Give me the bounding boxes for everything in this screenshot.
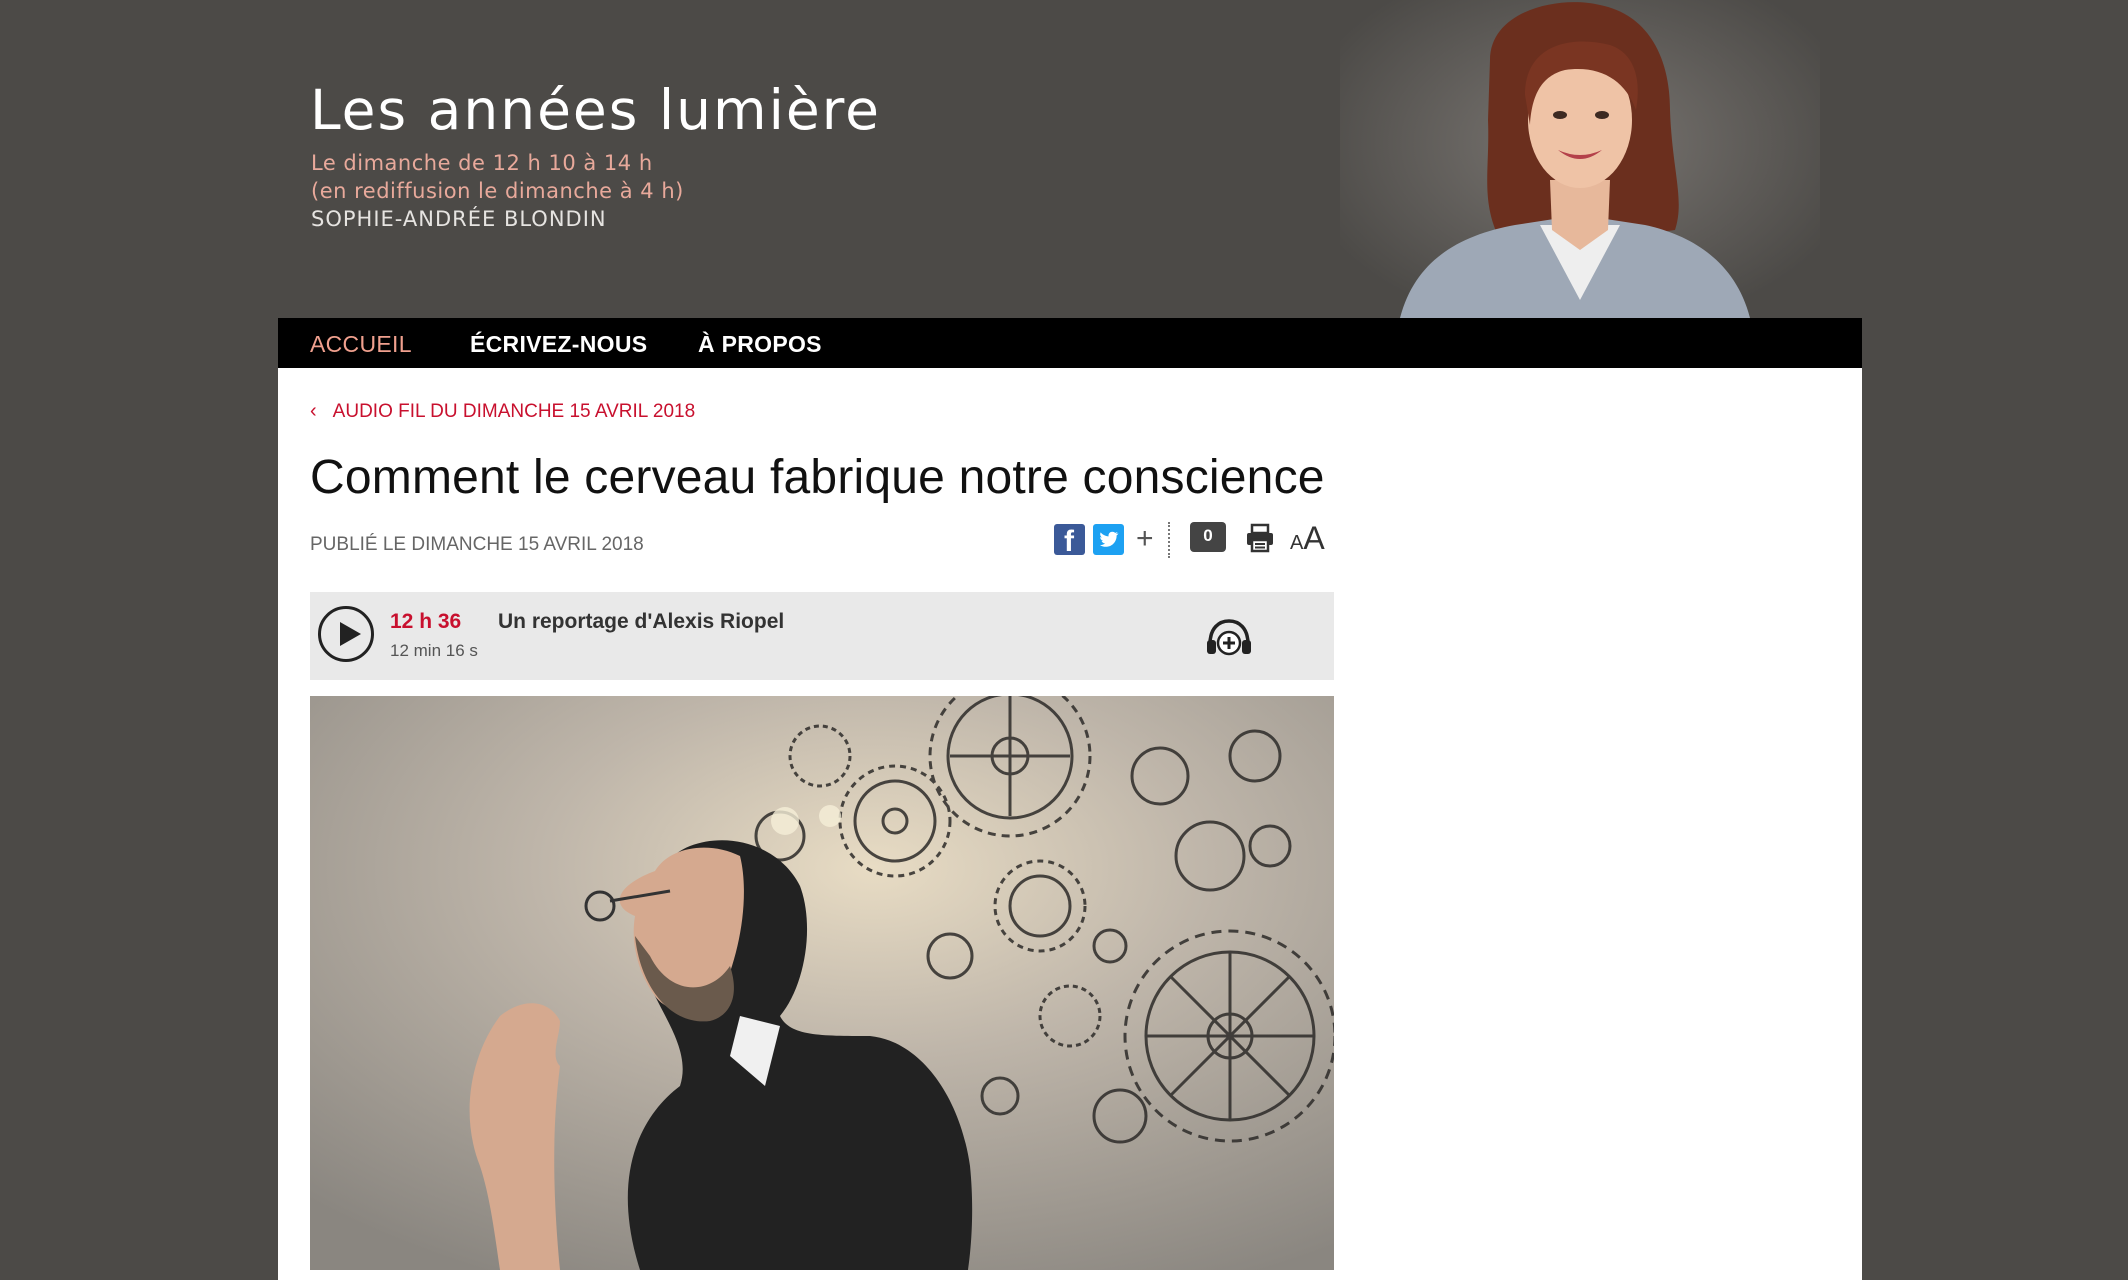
show-title[interactable]: Les années lumière	[310, 78, 881, 142]
font-size-big: A	[1303, 520, 1325, 556]
facebook-icon[interactable]: f	[1054, 524, 1085, 558]
play-icon[interactable]	[318, 606, 374, 662]
rebroadcast-line: (en rediffusion le dimanche à 4 h)	[311, 179, 684, 203]
breadcrumb[interactable]: ‹ AUDIO FIL DU DIMANCHE 15 AVRIL 2018	[310, 400, 695, 423]
audio-time: 12 h 36	[390, 610, 462, 633]
audio-title[interactable]: Un reportage d'Alexis Riopel	[498, 610, 784, 634]
font-size-small: A	[1290, 532, 1304, 554]
breadcrumb-label: AUDIO FIL DU DIMANCHE 15 AVRIL 2018	[332, 400, 696, 422]
nav-item-a-propos[interactable]: À PROPOS	[698, 331, 822, 358]
print-icon[interactable]	[1244, 522, 1276, 554]
article-image	[310, 696, 1334, 1270]
twitter-icon[interactable]	[1093, 524, 1124, 555]
publication-date: PUBLIÉ LE DIMANCHE 15 AVRIL 2018	[310, 534, 644, 555]
audio-duration: 12 min 16 s	[390, 641, 478, 660]
audio-player: 12 h 36 Un reportage d'Alexis Riopel 12 …	[310, 592, 1334, 680]
page-header: Les années lumière Le dimanche de 12 h 1…	[0, 0, 2128, 318]
nav-item-ecrivez-nous[interactable]: ÉCRIVEZ-NOUS	[470, 331, 647, 358]
schedule-line: Le dimanche de 12 h 10 à 14 h	[311, 151, 653, 175]
chevron-left-icon: ‹	[310, 400, 317, 422]
host-name: SOPHIE-ANDRÉE BLONDIN	[311, 207, 607, 231]
article-title: Comment le cerveau fabrique notre consci…	[310, 451, 1325, 504]
article-panel: ‹ AUDIO FIL DU DIMANCHE 15 AVRIL 2018 Co…	[278, 368, 1862, 1280]
comment-count: 0	[1203, 526, 1213, 545]
toolbar-divider	[1168, 522, 1170, 558]
share-toolbar: f + 0 AA	[1054, 520, 1620, 560]
plus-icon[interactable]: +	[1136, 523, 1154, 555]
host-photo	[1340, 0, 1820, 318]
nav-item-accueil[interactable]: ACCUEIL	[310, 331, 412, 358]
headphones-plus-icon[interactable]	[1204, 616, 1254, 656]
font-size-icon[interactable]: AA	[1290, 520, 1325, 557]
comment-icon[interactable]: 0	[1190, 522, 1226, 552]
main-nav: ACCUEIL ÉCRIVEZ-NOUS À PROPOS	[278, 318, 1862, 368]
